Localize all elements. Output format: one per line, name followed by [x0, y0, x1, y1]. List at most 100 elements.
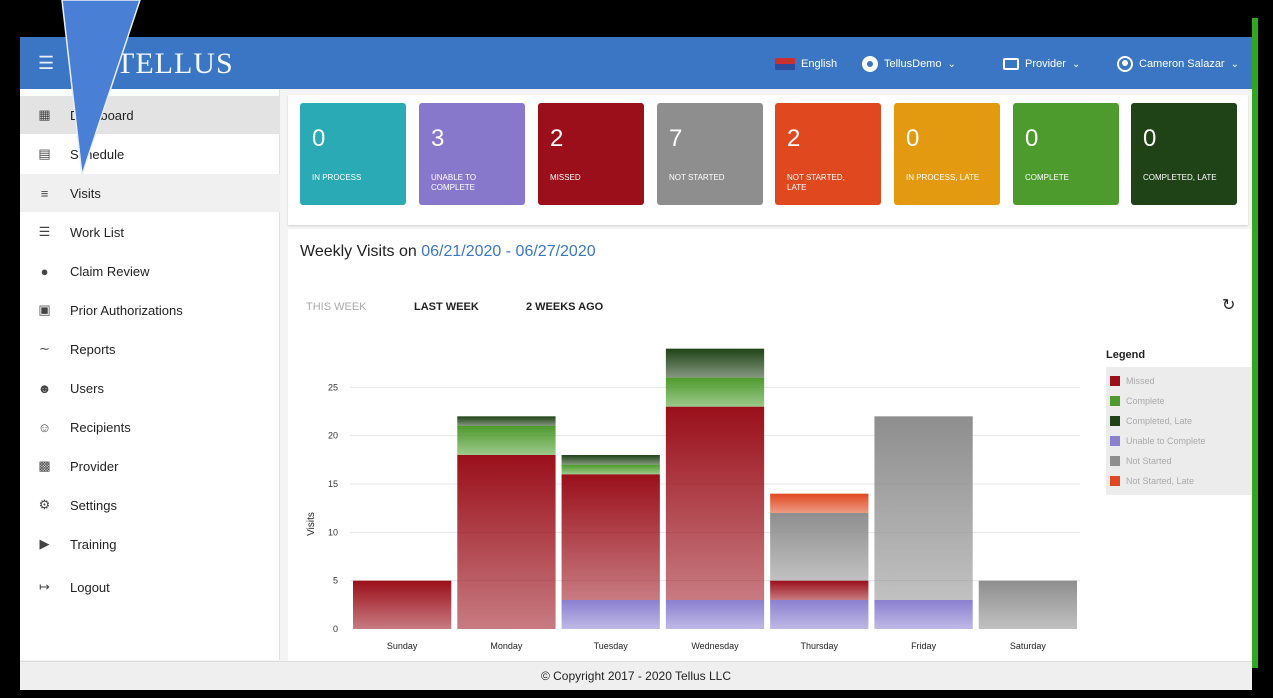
id-card-icon — [1003, 58, 1019, 70]
bar-segment[interactable] — [874, 416, 973, 600]
logout-icon: ↦ — [39, 579, 50, 594]
status-card-completed-late[interactable]: 0 COMPLETED, LATE — [1131, 103, 1237, 205]
sidebar-item-label: Provider — [70, 458, 119, 474]
status-count: 3 — [431, 125, 445, 152]
status-label: MISSED — [550, 173, 581, 182]
status-card-not-started[interactable]: 7 NOT STARTED — [657, 103, 763, 205]
status-card-missed[interactable]: 2 MISSED — [538, 103, 644, 205]
account-selector[interactable]: TellusDemo ⌄ — [862, 55, 956, 73]
status-count: 0 — [906, 125, 920, 152]
sidebar-item-label: Recipients — [70, 419, 131, 435]
bar-segment[interactable] — [561, 464, 660, 475]
sidebar-item-dashboard[interactable]: ▦ Dashboard — [20, 96, 280, 134]
bar-segment[interactable] — [770, 600, 869, 629]
status-card-not-started-late[interactable]: 2 NOT STARTED, LATE — [775, 103, 881, 205]
status-card-complete[interactable]: 0 COMPLETE — [1013, 103, 1119, 205]
user-account-icon — [1117, 56, 1133, 72]
provider-selector[interactable]: Provider ⌄ — [1003, 55, 1080, 73]
sidebar-item-label: Training — [70, 536, 117, 552]
legend-item[interactable]: Not Started — [1110, 451, 1252, 471]
sidebar-item-users[interactable]: ☻ Users — [20, 369, 280, 407]
status-count: 7 — [669, 125, 683, 152]
status-card-unable-to-complete[interactable]: 3 UNABLE TO COMPLETE — [419, 103, 525, 205]
sidebar-item-settings[interactable]: ⚙ Settings — [20, 486, 280, 524]
bar-segment[interactable] — [665, 600, 765, 629]
legend-label: Unable to Complete — [1126, 436, 1206, 446]
status-cards-panel: 0 IN PROCESS 3 UNABLE TO COMPLETE 2 MISS… — [288, 95, 1248, 225]
brand-logo[interactable]: TELLUS — [116, 47, 234, 81]
bar-segment[interactable] — [561, 455, 660, 465]
account-icon — [862, 56, 878, 72]
sidebar-item-claim-review[interactable]: ● Claim Review — [20, 252, 280, 290]
legend-item[interactable]: Missed — [1110, 371, 1252, 391]
sidebar-item-reports[interactable]: ∼ Reports — [20, 330, 280, 368]
sidebar-item-label: Schedule — [70, 146, 125, 162]
x-tick-label: Wednesday — [691, 641, 739, 651]
legend-swatch — [1110, 476, 1120, 486]
bar-segment[interactable] — [770, 580, 869, 600]
bar-segment[interactable] — [770, 513, 869, 581]
x-tick-label: Friday — [911, 641, 937, 651]
legend-item[interactable]: Not Started, Late — [1110, 471, 1252, 491]
y-tick-label: 25 — [328, 382, 338, 392]
x-tick-label: Monday — [490, 641, 523, 651]
legend-label: Completed, Late — [1126, 416, 1193, 426]
sidebar-item-provider[interactable]: ▩ Provider — [20, 447, 280, 485]
bar-segment[interactable] — [665, 406, 765, 600]
sidebar-item-prior-authorizations[interactable]: ▣ Prior Authorizations — [20, 291, 280, 329]
bar-segment[interactable] — [457, 426, 556, 455]
window-edge — [1252, 18, 1258, 668]
sidebar-item-label: Visits — [70, 185, 101, 201]
chevron-down-icon: ⌄ — [1071, 58, 1081, 70]
screen-frame: ☰ TELLUS English TellusDemo ⌄ Provider ⌄… — [0, 0, 1273, 698]
user-menu[interactable]: Cameron Salazar ⌄ — [1117, 55, 1239, 73]
chart-legend: Legend Missed Complete Completed, Late Unab… — [1106, 349, 1252, 495]
sidebar-item-work-list[interactable]: ☰ Work List — [20, 213, 280, 251]
filter-icon: ≡ — [40, 185, 49, 201]
bar-segment[interactable] — [665, 377, 765, 407]
bar-segment[interactable] — [874, 600, 973, 629]
footer: © Copyright 2017 - 2020 Tellus LLC — [20, 661, 1252, 690]
legend-swatch — [1110, 376, 1120, 386]
weekly-visits-panel: Weekly Visits on 06/21/2020 - 06/27/2020… — [288, 229, 1252, 661]
y-tick-label: 0 — [333, 624, 338, 634]
y-axis-label: Visits — [306, 512, 317, 536]
bar-segment[interactable] — [978, 580, 1077, 629]
bar-segment[interactable] — [561, 600, 660, 629]
sidebar-item-label: Settings — [70, 497, 117, 513]
provider-label: Provider — [1025, 58, 1066, 70]
status-count: 2 — [550, 125, 564, 152]
video-icon: ▶ — [39, 536, 50, 551]
language-selector[interactable]: English — [775, 55, 837, 73]
status-card-in-process-late[interactable]: 0 IN PROCESS, LATE — [894, 103, 1000, 205]
calendar-check-icon: ▣ — [38, 302, 51, 317]
sidebar-item-logout[interactable]: ↦ Logout — [20, 568, 280, 606]
sidebar-item-visits[interactable]: ≡ Visits — [20, 174, 280, 212]
hamburger-menu-icon[interactable]: ☰ — [38, 54, 54, 72]
sidebar-item-recipients[interactable]: ☺ Recipients — [20, 408, 280, 446]
bar-segment[interactable] — [353, 580, 452, 629]
bar-segment[interactable] — [665, 348, 765, 378]
bar-segment[interactable] — [561, 474, 660, 600]
bar-segment[interactable] — [457, 416, 556, 426]
alert-icon: ● — [40, 263, 49, 279]
status-label: COMPLETE — [1025, 173, 1070, 182]
legend-item[interactable]: Complete — [1110, 391, 1252, 411]
legend-item[interactable]: Completed, Late — [1110, 411, 1252, 431]
legend-swatch — [1110, 396, 1120, 406]
x-tick-label: Thursday — [801, 641, 839, 651]
legend-swatch — [1110, 416, 1120, 426]
sidebar-item-schedule[interactable]: ▤ Schedule — [20, 135, 280, 173]
status-card-in-process[interactable]: 0 IN PROCESS — [300, 103, 406, 205]
legend-item[interactable]: Unable to Complete — [1110, 431, 1252, 451]
status-label: COMPLETED, LATE — [1143, 173, 1217, 182]
sidebar-item-label: Logout — [70, 579, 110, 595]
bar-segment[interactable] — [770, 493, 869, 513]
bar-segment[interactable] — [457, 455, 556, 629]
trending-icon: ∼ — [39, 341, 50, 356]
status-label: IN PROCESS, LATE — [906, 173, 980, 182]
status-label: IN PROCESS — [312, 173, 362, 182]
legend-box: Missed Complete Completed, Late Unable to C… — [1106, 367, 1252, 495]
sidebar-item-training[interactable]: ▶ Training — [20, 525, 280, 563]
status-count: 0 — [1143, 125, 1157, 152]
